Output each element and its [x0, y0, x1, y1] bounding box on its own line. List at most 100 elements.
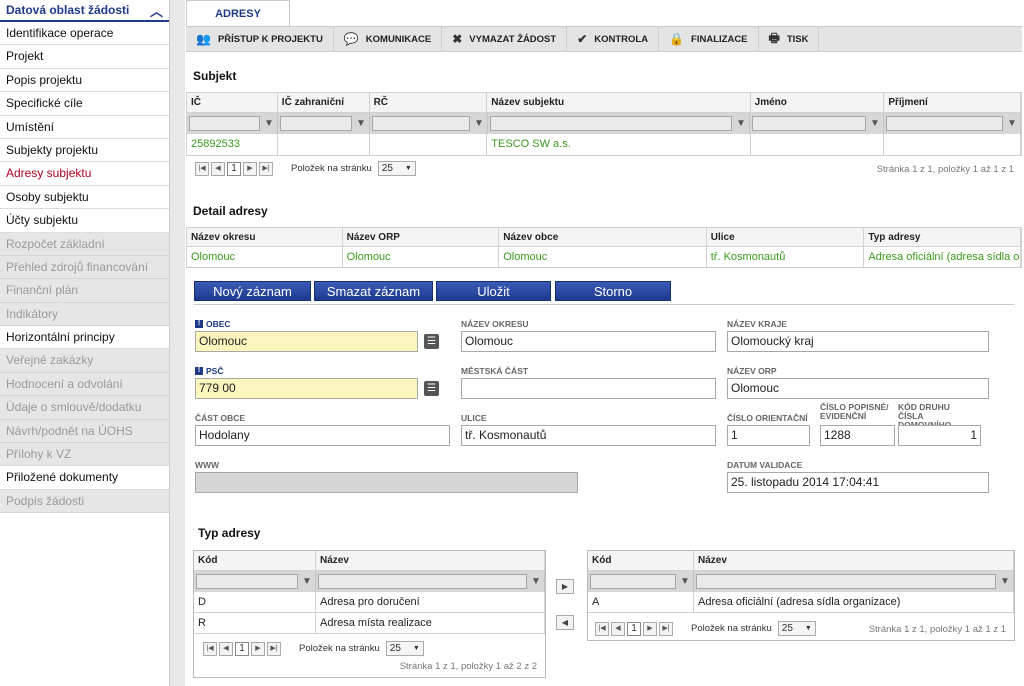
column-header[interactable]: Ulice: [707, 228, 865, 246]
next-page-icon[interactable]: ▶: [643, 621, 657, 636]
per-page-select[interactable]: 25 ▼: [777, 621, 816, 636]
first-page-icon[interactable]: |◀: [595, 621, 609, 636]
filter-input[interactable]: [590, 574, 676, 589]
filter-icon[interactable]: ▼: [869, 118, 881, 130]
list-item[interactable]: A Adresa oficiální (adresa sídla organiza…: [588, 592, 1014, 613]
filter-input[interactable]: [318, 574, 527, 589]
cast-obce-field[interactable]: Hodolany: [195, 425, 450, 446]
filter-input[interactable]: [752, 116, 866, 131]
last-page-icon[interactable]: ▶|: [659, 621, 673, 636]
next-page-icon[interactable]: ▶: [243, 161, 257, 176]
filter-input[interactable]: [189, 116, 260, 131]
sidebar-item[interactable]: Specifické cíle: [0, 92, 169, 116]
list-item[interactable]: R Adresa místa realizace: [194, 613, 545, 634]
filter-input[interactable]: [280, 116, 352, 131]
ulice-field[interactable]: tř. Kosmonautů: [461, 425, 716, 446]
tab-adresy-subjektu[interactable]: ADRESY SUBJEKTU: [186, 0, 290, 46]
obec-input[interactable]: Olomouc: [195, 331, 418, 352]
column-header[interactable]: Kód: [588, 551, 694, 570]
per-page-select[interactable]: 25 ▼: [377, 161, 416, 176]
kod-druhu-field[interactable]: 1: [898, 425, 981, 446]
first-page-icon[interactable]: |◀: [195, 161, 209, 176]
column-header[interactable]: Název ORP: [343, 228, 500, 246]
column-header[interactable]: Název subjektu: [487, 93, 751, 112]
first-page-icon[interactable]: |◀: [203, 641, 217, 656]
sidebar-header[interactable]: Datová oblast žádosti ︿: [0, 0, 169, 22]
column-header[interactable]: Název: [316, 551, 545, 570]
column-header[interactable]: Jméno: [751, 93, 885, 112]
sidebar-item[interactable]: Umístění: [0, 116, 169, 139]
nazev-orp-field[interactable]: Olomouc: [727, 378, 989, 399]
chevron-up-icon[interactable]: ︿: [150, 1, 163, 20]
prev-page-icon[interactable]: ◀: [211, 161, 225, 176]
cislo-orientacni-field[interactable]: 1: [727, 425, 810, 446]
filter-icon[interactable]: ▼: [263, 118, 275, 130]
filter-input[interactable]: [696, 574, 996, 589]
prev-page-icon[interactable]: ◀: [219, 641, 233, 656]
toolbar-button[interactable]: ✖ VYMAZAT ŽÁDOST: [442, 27, 568, 51]
sidebar-item[interactable]: Projekt: [0, 45, 169, 69]
next-page-icon[interactable]: ▶: [251, 641, 265, 656]
filter-input[interactable]: [196, 574, 298, 589]
filter-icon[interactable]: ▼: [473, 118, 485, 130]
sidebar-item[interactable]: Adresy subjektu: [0, 162, 169, 186]
filter-icon[interactable]: ▼: [530, 576, 542, 588]
list-icon[interactable]: ☰: [424, 381, 439, 396]
table-row[interactable]: Olomouc Olomouc Olomouc tř. Kosmonautů Adres…: [186, 247, 1022, 268]
toolbar-button[interactable]: 🔒 FINALIZACE: [659, 27, 759, 51]
filter-input[interactable]: [886, 116, 1003, 131]
sidebar-item[interactable]: Identifikace operace: [0, 22, 169, 46]
nazev-okresu-field[interactable]: Olomouc: [461, 331, 716, 352]
filter-icon[interactable]: ▼: [1006, 118, 1018, 130]
sidebar-item[interactable]: Popis projektu: [0, 69, 169, 93]
last-page-icon[interactable]: ▶|: [267, 641, 281, 656]
sidebar-item[interactable]: Horizontální principy: [0, 326, 169, 350]
move-right-button[interactable]: ▶: [556, 579, 574, 594]
column-header[interactable]: IČ: [187, 93, 278, 112]
save-button[interactable]: Uložit: [436, 281, 551, 301]
column-header[interactable]: IČ zahraniční: [278, 93, 370, 112]
filter-input[interactable]: [490, 116, 732, 131]
psc-input[interactable]: 779 00: [195, 378, 418, 399]
cislo-popisne-field[interactable]: 1288: [820, 425, 895, 446]
column-header[interactable]: RČ: [370, 93, 488, 112]
table-row[interactable]: 25892533 TESCO SW a.s.: [186, 134, 1022, 156]
column-header[interactable]: Typ adresy: [864, 228, 1021, 246]
filter-icon[interactable]: ▼: [999, 576, 1011, 588]
cancel-button[interactable]: Storno: [555, 281, 671, 301]
toolbar-button[interactable]: 🖶 TISK: [759, 27, 820, 51]
per-page-select[interactable]: 25 ▼: [385, 641, 424, 656]
sidebar-items: Identifikace operace Projekt Popis projekt…: [0, 22, 169, 514]
subjekt-filter-row: ▼ ▼ ▼ ▼ ▼ ▼: [186, 113, 1022, 134]
prev-page-icon[interactable]: ◀: [611, 621, 625, 636]
page-number[interactable]: 1: [235, 641, 249, 656]
sidebar-item[interactable]: Přiložené dokumenty: [0, 466, 169, 490]
table-cell: Adresa pro doručení: [316, 592, 545, 612]
filter-input[interactable]: [372, 116, 470, 131]
column-header[interactable]: Kód: [194, 551, 316, 570]
page-number[interactable]: 1: [627, 621, 641, 636]
column-header[interactable]: Název obce: [499, 228, 707, 246]
page-number[interactable]: 1: [227, 161, 241, 176]
delete-record-button[interactable]: Smazat záznam: [314, 281, 433, 301]
sidebar-item[interactable]: Účty subjektu: [0, 209, 169, 233]
filter-icon[interactable]: ▼: [301, 576, 313, 588]
filter-icon[interactable]: ▼: [735, 118, 747, 130]
nazev-kraje-field[interactable]: Olomoucký kraj: [727, 331, 989, 352]
toolbar-button[interactable]: 💬 KOMUNIKACE: [334, 27, 443, 51]
sidebar-item[interactable]: Osoby subjektu: [0, 186, 169, 210]
sidebar-item[interactable]: Subjekty projektu: [0, 139, 169, 163]
filter-icon[interactable]: ▼: [355, 118, 367, 130]
list-item[interactable]: D Adresa pro doručení: [194, 592, 545, 613]
move-left-button[interactable]: ◀: [556, 615, 574, 630]
mestska-cast-field[interactable]: [461, 378, 716, 399]
list-icon[interactable]: ☰: [424, 334, 439, 349]
toolbar-button[interactable]: ✔ KONTROLA: [567, 27, 660, 51]
toolbar-button[interactable]: 👥 PŘÍSTUP K PROJEKTU: [186, 27, 334, 51]
new-record-button[interactable]: Nový záznam: [194, 281, 311, 301]
column-header[interactable]: Název: [694, 551, 1014, 570]
last-page-icon[interactable]: ▶|: [259, 161, 273, 176]
column-header[interactable]: Název okresu: [187, 228, 343, 246]
column-header[interactable]: Příjmení: [884, 93, 1021, 112]
filter-icon[interactable]: ▼: [679, 576, 691, 588]
